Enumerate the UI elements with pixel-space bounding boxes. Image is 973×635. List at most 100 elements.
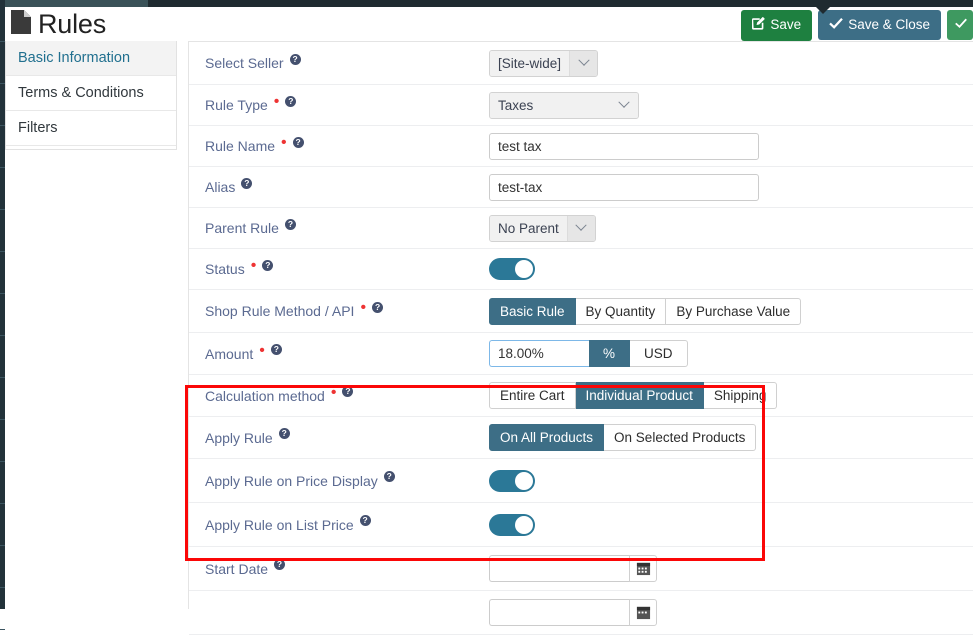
shop-rule-method-option-by-quantity[interactable]: By Quantity <box>575 297 667 325</box>
save-button[interactable]: Save <box>741 10 813 41</box>
rail-segment <box>0 378 5 420</box>
amount-unit-usd[interactable]: USD <box>630 340 688 367</box>
top-app-bar <box>0 0 973 7</box>
save-and-close-button[interactable]: Save & Close <box>818 10 941 40</box>
toggle-knob <box>515 471 533 490</box>
calculation-method-label: Calculation method <box>205 387 325 404</box>
amount-label-group: Amount • ? <box>205 342 489 362</box>
help-circle-icon[interactable]: ? <box>274 559 286 570</box>
amount-unit-percent[interactable]: % <box>589 340 631 367</box>
apply-rule-button-group: On All Products On Selected Products <box>489 424 757 451</box>
form-row-rule-type: Rule Type • ? Taxes <box>189 85 973 126</box>
header-action-buttons: Save Save & Close <box>741 10 973 41</box>
sidebar-item-label: Basic Information <box>18 50 131 66</box>
sidebar-item-filters[interactable]: Filters <box>6 111 176 146</box>
form-row-parent-rule: Parent Rule ? No Parent <box>189 208 973 249</box>
parent-rule-control: No Parent <box>489 214 596 242</box>
help-circle-icon[interactable]: ? <box>359 515 371 526</box>
apply-rule-option-on-selected-products[interactable]: On Selected Products <box>604 424 757 451</box>
shop-rule-method-control: Basic Rule By Quantity By Purchase Value <box>489 297 802 325</box>
sidebar-item-terms-and-conditions[interactable]: Terms & Conditions <box>6 76 176 111</box>
apply-rule-price-display-control <box>489 469 535 492</box>
calculation-method-option-entire-cart[interactable]: Entire Cart <box>489 382 576 409</box>
status-label: Status <box>205 261 245 277</box>
rule-name-label-group: Rule Name • ? <box>205 135 489 154</box>
help-circle-icon[interactable]: ? <box>383 471 395 482</box>
amount-label: Amount <box>205 345 254 362</box>
shop-rule-method-button-group: Basic Rule By Quantity By Purchase Value <box>489 297 802 325</box>
section-navigation-panel: Basic Information Terms & Conditions Fil… <box>5 41 177 150</box>
status-control <box>489 258 535 280</box>
rule-name-control <box>489 132 759 160</box>
form-row-apply-rule: Apply Rule ? On All Products On Selected… <box>189 417 973 459</box>
page-title-group: Rules <box>10 7 106 41</box>
shop-rule-method-label-group: Shop Rule Method / API • ? <box>205 300 489 319</box>
amount-input[interactable] <box>489 340 589 367</box>
rule-type-label: Rule Type <box>205 97 268 113</box>
calendar-icon[interactable] <box>629 555 657 582</box>
rail-segment <box>0 252 5 294</box>
parent-rule-dropdown[interactable]: No Parent <box>489 214 596 242</box>
sidebar-item-label: Filters <box>18 120 58 136</box>
status-toggle[interactable] <box>489 258 535 280</box>
sidebar-item-basic-information[interactable]: Basic Information <box>6 41 176 76</box>
start-date-label-group: Start Date ? <box>205 559 489 577</box>
save-button-label: Save <box>770 17 802 32</box>
shop-rule-method-option-by-purchase-value[interactable]: By Purchase Value <box>666 297 802 325</box>
partial-icon <box>955 17 967 32</box>
calculation-method-option-individual-product[interactable]: Individual Product <box>575 382 704 409</box>
rail-segment <box>0 210 5 252</box>
apply-rule-list-price-label: Apply Rule on List Price <box>205 516 354 533</box>
chevron-down-icon <box>610 92 638 118</box>
help-circle-icon[interactable]: ? <box>285 95 297 107</box>
rule-name-label: Rule Name <box>205 138 276 154</box>
additional-action-button[interactable] <box>947 10 973 40</box>
end-date-control <box>489 599 657 626</box>
help-circle-icon[interactable]: ? <box>278 428 290 439</box>
help-circle-icon[interactable]: ? <box>284 218 296 230</box>
select-seller-label-group: Select Seller ? <box>205 53 489 71</box>
rail-segment <box>0 420 5 462</box>
form-row-end-date-partial: ? <box>189 591 973 635</box>
alias-input[interactable] <box>489 173 759 201</box>
apply-rule-list-price-toggle[interactable] <box>489 513 535 536</box>
toggle-knob <box>515 260 533 278</box>
help-circle-icon[interactable]: ? <box>292 136 304 148</box>
rule-type-value: Taxes <box>490 92 610 118</box>
help-circle-icon[interactable]: ? <box>289 53 301 65</box>
apply-rule-price-display-label-group: Apply Rule on Price Display ? <box>205 471 489 489</box>
form-row-calculation-method: Calculation method • ? Entire Cart Indiv… <box>189 375 973 417</box>
apply-rule-price-display-toggle[interactable] <box>489 469 535 492</box>
form-row-status: Status • ? <box>189 249 973 290</box>
help-circle-icon[interactable]: ? <box>262 259 274 271</box>
start-date-input[interactable] <box>489 555 629 582</box>
top-bar-left-segment <box>5 0 148 7</box>
rule-name-input[interactable] <box>489 132 759 160</box>
calculation-method-button-group: Entire Cart Individual Product Shipping <box>489 382 778 409</box>
help-circle-icon[interactable]: ? <box>372 301 384 313</box>
calendar-icon[interactable] <box>629 599 657 626</box>
calculation-method-control: Entire Cart Individual Product Shipping <box>489 382 778 409</box>
form-row-amount: Amount • ? % USD <box>189 333 973 375</box>
calculation-method-option-shipping[interactable]: Shipping <box>703 382 778 409</box>
toggle-knob <box>515 515 533 534</box>
chevron-down-icon <box>566 215 595 241</box>
calculation-method-label-group: Calculation method • ? <box>205 384 489 404</box>
form-row-rule-name: Rule Name • ? <box>189 126 973 167</box>
select-seller-dropdown[interactable]: [Site-wide] <box>489 49 599 77</box>
help-circle-icon[interactable]: ? <box>342 386 354 397</box>
shop-rule-method-option-basic-rule[interactable]: Basic Rule <box>489 297 576 325</box>
rule-type-dropdown[interactable]: Taxes <box>489 91 639 119</box>
help-circle-icon[interactable]: ? <box>270 344 282 355</box>
apply-rule-option-on-all-products[interactable]: On All Products <box>489 424 605 451</box>
apply-rule-label: Apply Rule <box>205 429 273 446</box>
form-row-alias: Alias ? <box>189 167 973 208</box>
apply-rule-price-display-label: Apply Rule on Price Display <box>205 472 378 489</box>
form-row-apply-rule-list-price: Apply Rule on List Price ? <box>189 503 973 547</box>
alias-label-group: Alias ? <box>205 177 489 195</box>
select-seller-label: Select Seller <box>205 55 284 71</box>
start-date-control <box>489 555 657 582</box>
end-date-input[interactable] <box>489 599 629 626</box>
help-circle-icon[interactable]: ? <box>241 177 253 189</box>
start-date-label: Start Date <box>205 560 269 577</box>
